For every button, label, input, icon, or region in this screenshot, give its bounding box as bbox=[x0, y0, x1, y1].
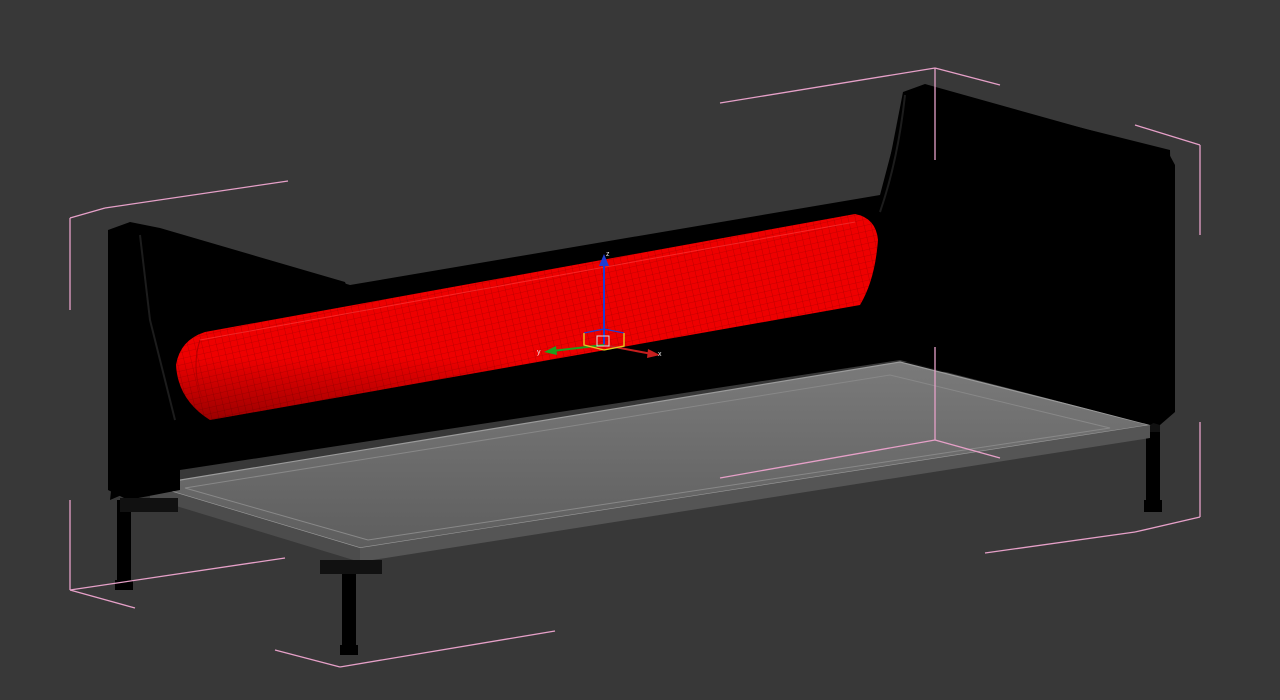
gizmo-z-label: z bbox=[606, 251, 610, 258]
viewport-scene[interactable]: z x y bbox=[0, 0, 1280, 700]
gizmo-x-label: x bbox=[658, 351, 662, 358]
3d-viewport[interactable]: z x y bbox=[0, 0, 1280, 700]
gizmo-y-label: y bbox=[537, 349, 541, 356]
